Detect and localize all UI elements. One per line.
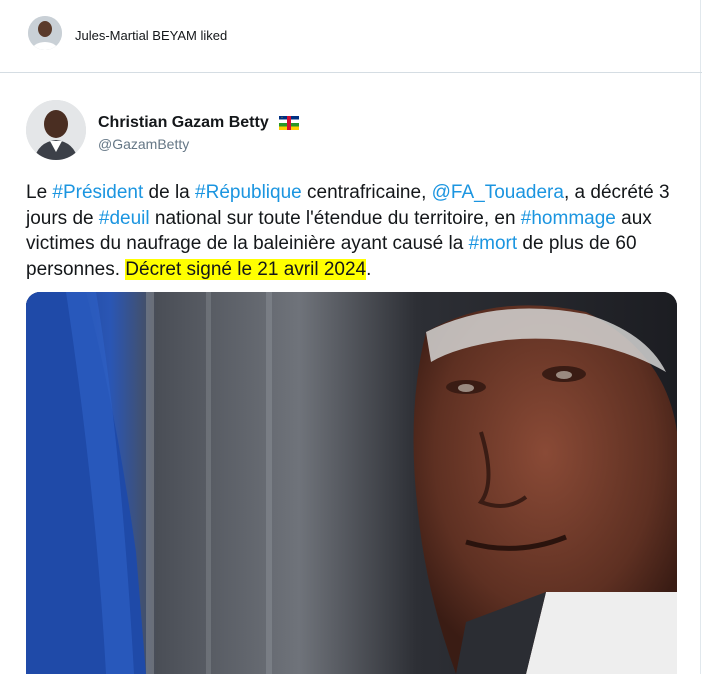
text-segment: Le [26, 182, 53, 203]
liked-by-text[interactable]: Jules-Martial BEYAM liked [75, 28, 227, 43]
person-icon [26, 100, 86, 160]
hashtag-link[interactable]: #mort [469, 233, 518, 254]
hashtag-link[interactable]: #deuil [99, 208, 150, 229]
central-african-republic-flag-icon [279, 115, 300, 130]
liker-avatar[interactable] [28, 16, 62, 50]
social-context-bar: Jules-Martial BEYAM liked [0, 0, 702, 73]
author-handle[interactable]: @GazamBetty [98, 136, 189, 152]
tweet-text: Le #Président de la #République centrafr… [26, 180, 686, 282]
portrait-photo-icon [26, 292, 677, 674]
text-segment: . [366, 258, 372, 280]
person-icon [28, 16, 62, 50]
text-segment: de la [143, 182, 196, 203]
highlighted-text: Décret signé le 21 avril 2024 [125, 258, 367, 280]
tweet-card: Jules-Martial BEYAM liked Christian Gaza… [0, 0, 702, 674]
text-segment: centrafricaine, [301, 182, 432, 203]
author-avatar[interactable] [26, 100, 86, 160]
hashtag-link[interactable]: #Président [52, 182, 143, 203]
hashtag-link[interactable]: #hommage [521, 208, 616, 229]
text-segment: national sur toute l'étendue du territoi… [149, 207, 521, 229]
author-name[interactable]: Christian Gazam Betty [98, 114, 300, 132]
tweet-photo[interactable] [26, 292, 677, 674]
hashtag-link[interactable]: #République [195, 182, 302, 203]
mention-link[interactable]: @FA_Touadera [432, 182, 564, 203]
author-name-text[interactable]: Christian Gazam Betty [98, 114, 269, 131]
